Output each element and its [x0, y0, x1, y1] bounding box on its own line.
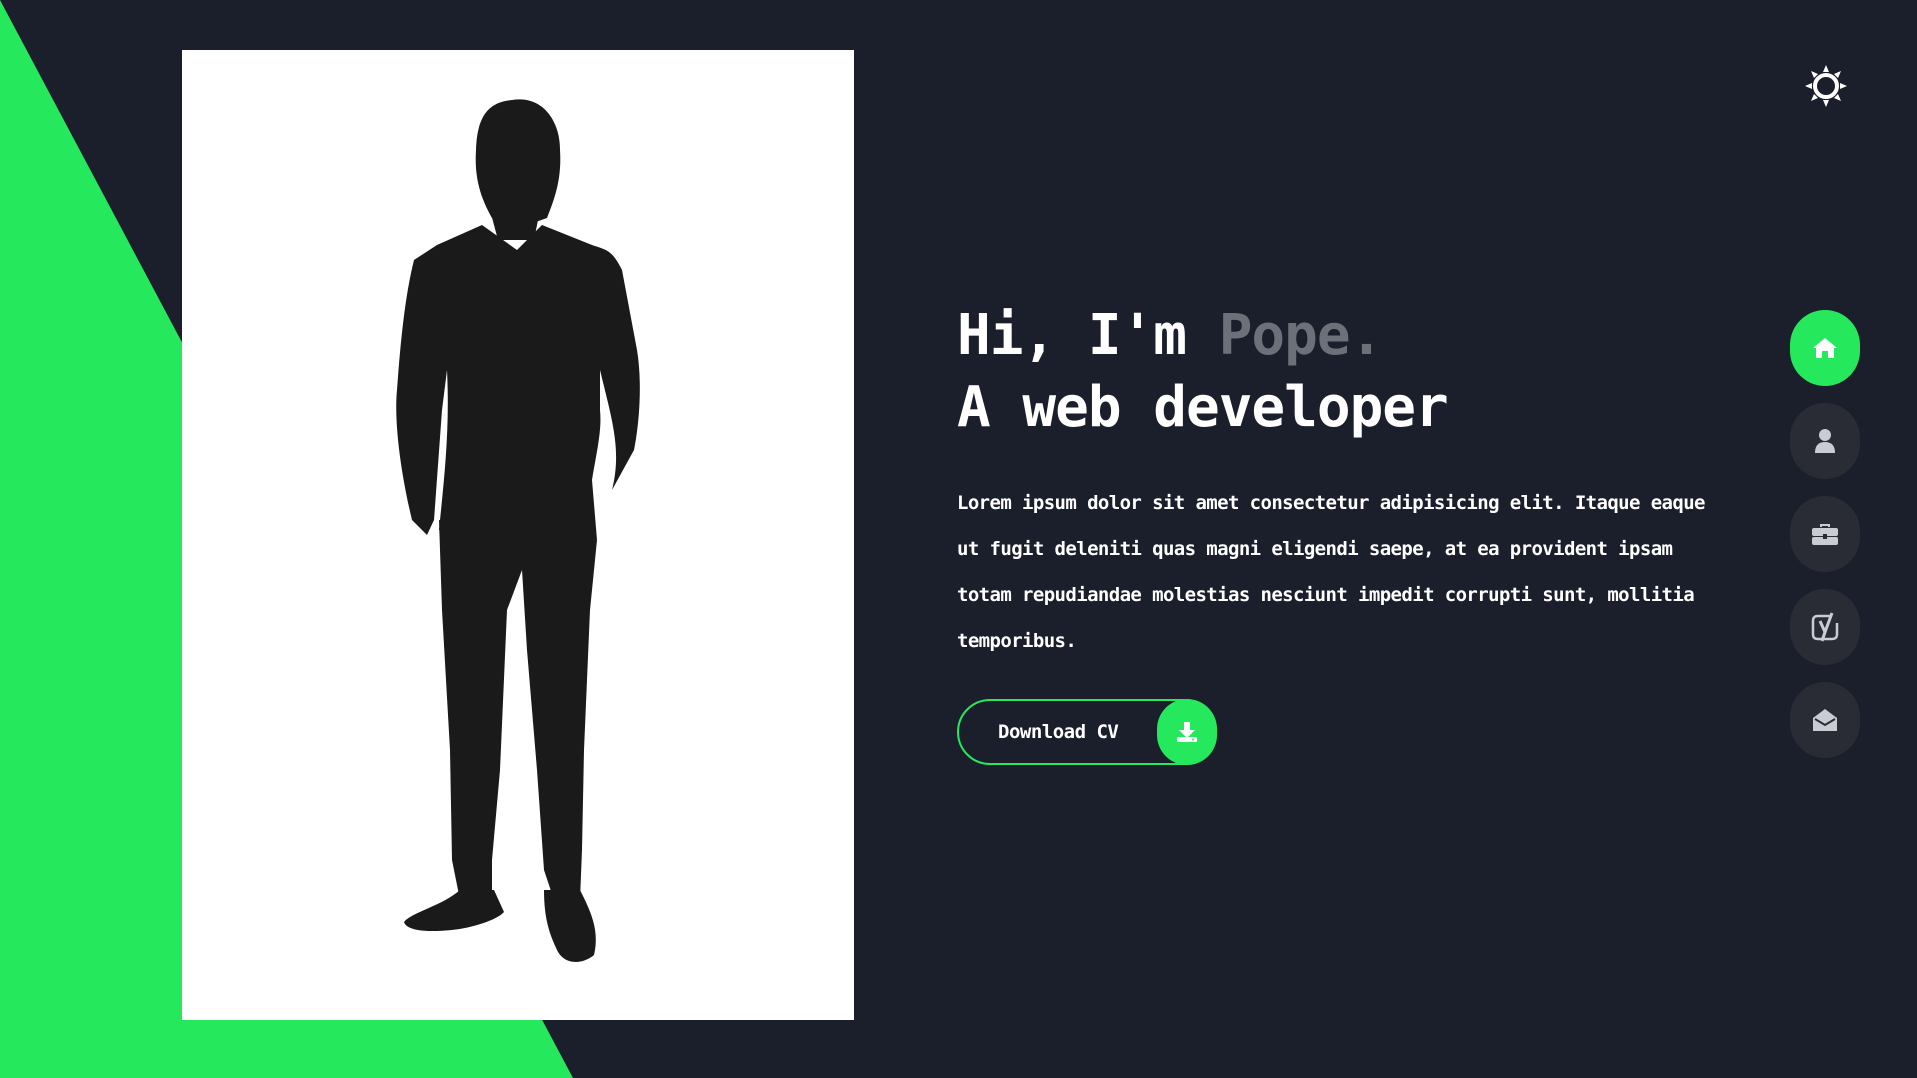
hero-name: Pope.	[1218, 303, 1384, 368]
download-cv-button[interactable]: Download CV	[957, 699, 1217, 765]
sun-icon	[1805, 65, 1847, 107]
briefcase-icon	[1812, 524, 1838, 545]
nav-home-button[interactable]	[1790, 310, 1860, 386]
nav-blog-button[interactable]	[1790, 589, 1860, 665]
download-icon-badge	[1157, 699, 1217, 765]
hero-greeting: Hi, I'm	[957, 303, 1219, 368]
hero-description: Lorem ipsum dolor sit amet consectetur a…	[957, 492, 1705, 652]
theme-toggle-button[interactable]	[1802, 62, 1850, 110]
person-silhouette-icon	[396, 99, 640, 962]
side-navigation	[1790, 310, 1860, 775]
profile-portrait	[182, 50, 854, 1020]
hero-section: Hi, I'm Pope. A web developer Lorem ipsum…	[957, 300, 1737, 664]
download-icon	[1177, 722, 1197, 742]
download-cv-label: Download CV	[998, 721, 1119, 743]
nav-about-button[interactable]	[1790, 403, 1860, 479]
home-icon	[1813, 338, 1837, 358]
yoast-icon	[1811, 612, 1839, 642]
hero-heading: Hi, I'm Pope. A web developer	[957, 300, 1737, 444]
envelope-open-icon	[1813, 709, 1837, 731]
user-icon	[1815, 429, 1835, 453]
home-page: Hi, I'm Pope. A web developer Lorem ipsum…	[0, 0, 1917, 1078]
hero-role: A web developer	[957, 375, 1449, 440]
nav-contact-button[interactable]	[1790, 682, 1860, 758]
nav-portfolio-button[interactable]	[1790, 496, 1860, 572]
